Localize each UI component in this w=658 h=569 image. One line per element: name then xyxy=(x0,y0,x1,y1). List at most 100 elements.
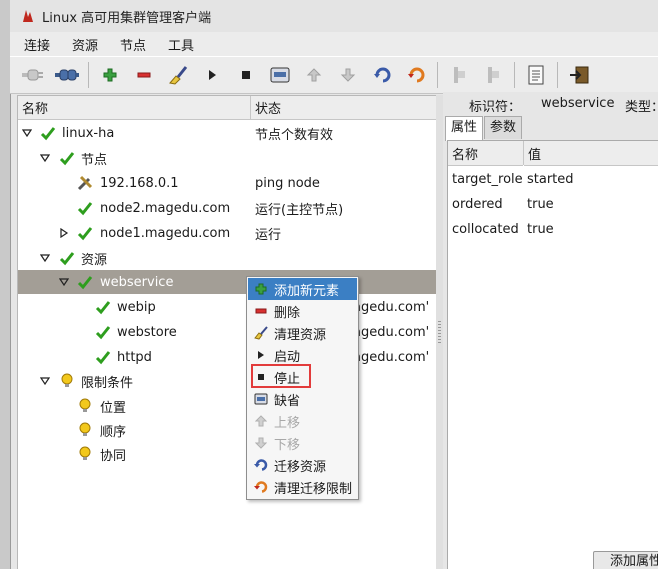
ctx-start[interactable]: 启动 xyxy=(248,344,357,366)
ctx-clear-migrate-constraint[interactable]: 清理迁移限制 xyxy=(248,476,357,498)
ctx-label: 缺省 xyxy=(274,393,301,409)
node-standby-button[interactable] xyxy=(443,60,475,90)
expand-right-icon[interactable] xyxy=(59,228,69,238)
tree-column-name-label: 名称 xyxy=(22,102,49,117)
app-window: Linux 高可用集群管理客户端 连接 资源 节点 工具 名称 状态 linux… xyxy=(0,0,658,569)
expand-down-icon[interactable] xyxy=(40,153,50,163)
tree-row-webservice[interactable]: webservice xyxy=(18,270,436,294)
ctx-add-element[interactable]: 添加新元素 xyxy=(248,278,357,300)
tree-row-node1[interactable]: node1.magedu.com 运行 xyxy=(18,221,436,245)
tree-row-nodes[interactable]: 节点 xyxy=(18,146,436,170)
prop-column-name[interactable]: 名称 xyxy=(448,141,523,166)
ctx-label: 迁移资源 xyxy=(274,459,327,475)
menu-node[interactable]: 节点 xyxy=(112,35,154,54)
tree-row-constraints[interactable]: 限制条件 xyxy=(18,369,436,393)
toolbar xyxy=(10,56,658,94)
tree-row-webip[interactable]: webip agedu.com' xyxy=(18,295,436,319)
lightbulb-icon xyxy=(77,398,93,414)
expand-down-icon[interactable] xyxy=(59,277,69,287)
ctx-label: 上移 xyxy=(274,415,301,431)
tree-row-location[interactable]: 位置 xyxy=(18,394,436,418)
tree-row-linux-ha[interactable]: linux-ha 节点个数有效 xyxy=(18,121,436,145)
tree-row-label: webstore xyxy=(117,324,177,340)
default-icon xyxy=(252,391,270,407)
expand-down-icon[interactable] xyxy=(40,376,50,386)
plus-icon xyxy=(103,68,117,82)
add-attribute-button[interactable]: 添加属性 xyxy=(593,551,658,569)
title-bar: Linux 高可用集群管理客户端 xyxy=(10,0,658,33)
tree-row-webstore[interactable]: webstore agedu.com' xyxy=(18,320,436,344)
ctx-delete[interactable]: 删除 xyxy=(248,300,357,322)
migrate-icon xyxy=(374,67,391,83)
prop-row[interactable]: ordered true xyxy=(448,193,658,217)
prop-column-value[interactable]: 值 xyxy=(524,141,658,166)
prop-name: ordered xyxy=(452,197,503,212)
document-icon xyxy=(528,65,544,85)
tree-row-label: 顺序 xyxy=(100,424,127,440)
identifier-value: webservice xyxy=(541,96,615,111)
broom-icon xyxy=(252,325,270,341)
node-active-button[interactable] xyxy=(477,60,509,90)
green-check-icon xyxy=(59,250,75,266)
tree-row-node2[interactable]: node2.magedu.com 运行(主控节点) xyxy=(18,196,436,220)
default-button[interactable] xyxy=(264,60,296,90)
stop-icon xyxy=(242,71,250,79)
prop-value: true xyxy=(527,222,554,237)
move-up-button[interactable] xyxy=(298,60,330,90)
green-check-icon xyxy=(77,225,93,241)
menu-resource[interactable]: 资源 xyxy=(64,35,106,54)
prop-row[interactable]: target_role started xyxy=(448,168,658,192)
tree-row-label: webip xyxy=(117,299,156,315)
ctx-move-down[interactable]: 下移 xyxy=(248,432,357,454)
tree-row-ping-node[interactable]: 192.168.0.1 ping node xyxy=(18,171,436,195)
delete-button[interactable] xyxy=(128,60,160,90)
start-button[interactable] xyxy=(196,60,228,90)
tree-row-status: ping node xyxy=(255,175,320,191)
ctx-cleanup-resource[interactable]: 清理资源 xyxy=(248,322,357,344)
expand-down-icon[interactable] xyxy=(40,253,50,263)
move-down-button[interactable] xyxy=(332,60,364,90)
properties-panel: 标识符： webservice 类型： 属性 参数 名称 值 target_ro… xyxy=(443,92,658,569)
stop-button[interactable] xyxy=(230,60,262,90)
tree-row-colocation[interactable]: 协同 xyxy=(18,442,436,466)
tree-column-name[interactable]: 名称 xyxy=(18,96,251,120)
prop-row[interactable]: collocated true xyxy=(448,218,658,242)
clear-migrate-icon xyxy=(408,67,425,83)
migrate-button[interactable] xyxy=(366,60,398,90)
plug-disconnect-icon xyxy=(55,69,79,81)
ctx-label: 启动 xyxy=(274,349,301,365)
tab-attributes[interactable]: 属性 xyxy=(445,116,484,141)
disconnect-button[interactable] xyxy=(51,60,83,90)
ctx-stop[interactable]: 停止 xyxy=(248,366,357,388)
minus-icon xyxy=(137,72,151,78)
menu-tools[interactable]: 工具 xyxy=(160,35,202,54)
cleanup-button[interactable] xyxy=(162,60,194,90)
ctx-move-up[interactable]: 上移 xyxy=(248,410,357,432)
menu-connect[interactable]: 连接 xyxy=(16,35,58,54)
pane-splitter[interactable] xyxy=(436,95,443,569)
ctx-default[interactable]: 缺省 xyxy=(248,388,357,410)
tree-row-order[interactable]: 顺序 xyxy=(18,418,436,442)
tree-row-status: 运行 xyxy=(255,227,282,243)
tree-row-resources[interactable]: 资源 xyxy=(18,246,436,270)
minus-icon xyxy=(252,303,270,319)
plug-connect-icon xyxy=(22,69,43,81)
tree-column-status[interactable]: 状态 xyxy=(251,96,436,120)
clear-migrate-button[interactable] xyxy=(400,60,432,90)
identifier-label: 标识符： xyxy=(469,100,522,115)
ctx-migrate-resource[interactable]: 迁移资源 xyxy=(248,454,357,476)
tree-row-httpd[interactable]: httpd agedu.com' xyxy=(18,345,436,369)
expand-down-icon[interactable] xyxy=(22,128,32,138)
green-check-icon xyxy=(95,324,111,340)
log-button[interactable] xyxy=(520,60,552,90)
exit-button[interactable] xyxy=(563,60,595,90)
prop-column-name-label: 名称 xyxy=(452,147,479,163)
broom-icon xyxy=(169,66,188,85)
tree-column-status-label: 状态 xyxy=(255,102,282,117)
identifier-row: 标识符： webservice 类型： xyxy=(443,94,658,116)
ctx-label: 添加新元素 xyxy=(274,283,340,299)
connect-button[interactable] xyxy=(17,60,49,90)
context-menu: 添加新元素 删除 清理资源 启动 停止 缺省 上移 下移 迁移资源 清理迁移限制 xyxy=(246,276,359,500)
tab-parameters[interactable]: 参数 xyxy=(484,116,523,139)
add-button[interactable] xyxy=(94,60,126,90)
